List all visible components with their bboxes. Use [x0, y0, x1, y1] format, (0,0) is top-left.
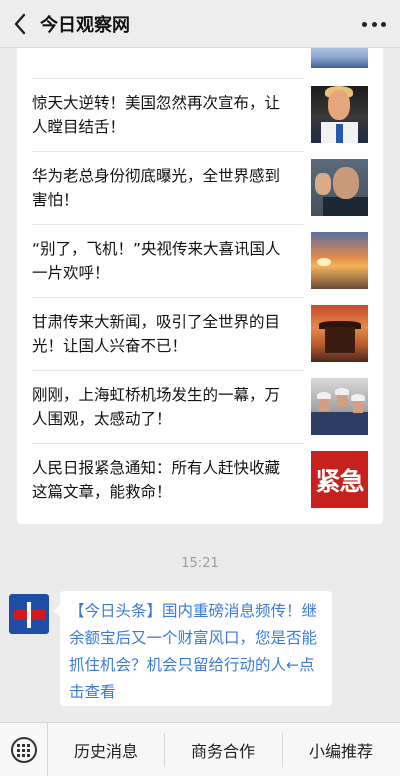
article-title: 人民日报紧急通知：所有人赶快收藏这篇文章，能救命！ — [32, 459, 281, 501]
keyboard-toggle-button[interactable] — [0, 723, 48, 776]
article-title: 华为老总身份彻底曝光，全世界感到害怕！ — [32, 167, 281, 209]
article-item[interactable]: “别了，飞机！”央视传来大喜讯国人一片欢呼！ — [32, 225, 368, 298]
article-title: 甘肃传来大新闻，吸引了全世界的目光！让国人兴奋不已！ — [32, 313, 281, 355]
menu-item-recommend[interactable]: 小编推荐 — [282, 723, 400, 776]
article-thumbnail: 紧急 — [311, 451, 368, 508]
article-title: 惊天大逆转！美国忽然再次宣布，让人瞠目结舌！ — [32, 94, 281, 136]
article-item[interactable]: 刚刚，上海虹桥机场发生的一幕，万人围观，太感动了！ — [32, 371, 368, 444]
message-bubble[interactable]: 【今日头条】国内重磅消息频传！继余额宝后又一个财富风口，您是否能抓住机会？机会只… — [54, 591, 332, 706]
article-thumbnail — [311, 159, 368, 216]
avatar[interactable] — [9, 594, 49, 634]
menu-item-history[interactable]: 历史消息 — [48, 723, 164, 776]
article-item[interactable]: 惊天大逆转！美国忽然再次宣布，让人瞠目结舌！ — [32, 79, 368, 152]
menu-item-business[interactable]: 商务合作 — [164, 723, 282, 776]
chevron-left-icon — [14, 13, 26, 34]
bottom-menu-bar: 历史消息 商务合作 小编推荐 — [0, 722, 400, 776]
article-title: 刚刚，上海虹桥机场发生的一幕，万人围观，太感动了！ — [32, 386, 281, 428]
article-thumbnail — [311, 86, 368, 143]
article-item[interactable]: 华为老总身份彻底曝光，全世界感到害怕！ — [32, 152, 368, 225]
article-thumbnail — [311, 378, 368, 435]
article-title: “别了，飞机！”央视传来大喜讯国人一片欢呼！ — [32, 240, 281, 282]
back-button[interactable] — [0, 0, 40, 48]
more-dots-icon — [362, 21, 367, 27]
article-list-card: 惊天大逆转！美国忽然再次宣布，让人瞠目结舌！ 华为老总身份彻底曝光，全世界感到害… — [17, 40, 383, 524]
article-thumbnail — [311, 305, 368, 362]
article-item[interactable]: 人民日报紧急通知：所有人赶快收藏这篇文章，能救命！ 紧急 — [32, 444, 368, 517]
keyboard-icon — [10, 737, 37, 763]
message-tag: 【今日头条】 — [69, 602, 163, 620]
message-timestamp: 15:21 — [181, 556, 219, 571]
more-button[interactable] — [362, 14, 386, 34]
article-thumbnail — [311, 232, 368, 289]
top-navigation-bar: 今日观察网 — [0, 0, 400, 48]
page-title: 今日观察网 — [40, 14, 130, 36]
article-item[interactable]: 甘肃传来大新闻，吸引了全世界的目光！让国人兴奋不已！ — [32, 298, 368, 371]
